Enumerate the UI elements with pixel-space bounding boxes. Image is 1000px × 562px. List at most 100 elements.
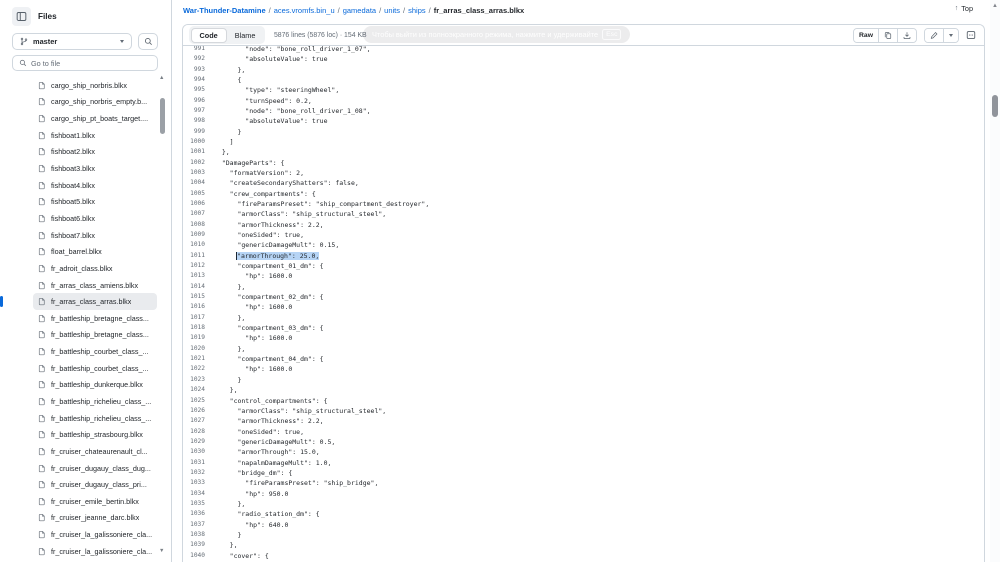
breadcrumb-link[interactable]: War-Thunder-Datamine <box>183 6 266 15</box>
line-number[interactable]: 993 <box>183 65 214 75</box>
line-content[interactable]: }, <box>214 385 237 395</box>
line-content[interactable]: "armorThrough": 15.0, <box>214 447 320 457</box>
file-tree-item[interactable]: fr_cruiser_dugauy_class_pri... <box>33 476 157 493</box>
file-tree-item[interactable]: fr_battleship_richelieu_class_... <box>33 393 157 410</box>
line-content[interactable]: "control_compartments": { <box>214 396 328 406</box>
line-content[interactable]: "hp": 1600.0 <box>214 271 292 281</box>
line-content[interactable]: "hp": 640.0 <box>214 520 288 530</box>
line-number[interactable]: 1028 <box>183 427 214 437</box>
line-content[interactable]: "radio_station_dm": { <box>214 509 320 519</box>
download-button[interactable] <box>897 29 916 42</box>
line-content[interactable]: "node": "bone_roll_driver_1_08", <box>214 106 371 116</box>
sidebar-scrollbar-thumb[interactable] <box>160 98 165 134</box>
file-tree-item[interactable]: fr_cruiser_emile_bertin.blkx <box>33 493 157 510</box>
tree-scroll-up-icon[interactable]: ▲ <box>159 75 164 81</box>
line-number[interactable]: 1001 <box>183 147 214 157</box>
line-number[interactable]: 1017 <box>183 313 214 323</box>
line-number[interactable]: 1037 <box>183 520 214 530</box>
file-tree-item[interactable]: fr_adroit_class.blkx <box>33 260 157 277</box>
line-content[interactable]: "armorThrough": 25.0, <box>214 251 319 261</box>
line-number[interactable]: 1039 <box>183 540 214 550</box>
line-content[interactable]: "DamageParts": { <box>214 158 284 168</box>
file-tree-item[interactable]: fishboat6.blkx <box>33 210 157 227</box>
line-content[interactable]: { <box>214 75 241 85</box>
go-to-file-input[interactable]: Go to file <box>12 55 158 71</box>
line-number[interactable]: 1034 <box>183 489 214 499</box>
file-tree-item[interactable]: fishboat4.blkx <box>33 177 157 194</box>
line-content[interactable]: "hp": 950.0 <box>214 489 288 499</box>
line-number[interactable]: 1008 <box>183 220 214 230</box>
line-content[interactable]: "armorClass": "ship_structural_steel", <box>214 406 386 416</box>
line-content[interactable]: "oneSided": true, <box>214 427 304 437</box>
file-tree-item[interactable]: fr_cruiser_jeanne_darc.blkx <box>33 510 157 527</box>
line-number[interactable]: 1005 <box>183 189 214 199</box>
line-content[interactable]: }, <box>214 344 245 354</box>
file-tree-item[interactable]: fr_arras_class_arras.blkx <box>33 293 157 310</box>
line-number[interactable]: 1029 <box>183 437 214 447</box>
line-content[interactable]: "hp": 1600.0 <box>214 333 292 343</box>
tab-blame[interactable]: Blame <box>227 28 264 43</box>
collapse-sidebar-button[interactable] <box>12 7 31 26</box>
page-scrollbar-thumb[interactable] <box>992 95 998 117</box>
line-number[interactable]: 995 <box>183 85 214 95</box>
breadcrumb-link[interactable]: aces.vromfs.bin_u <box>274 6 335 15</box>
line-content[interactable]: }, <box>214 499 245 509</box>
line-content[interactable]: "compartment_03_dm": { <box>214 323 324 333</box>
line-content[interactable]: "genericDamageMult": 0.5, <box>214 437 335 447</box>
file-tree-item[interactable]: fishboat3.blkx <box>33 160 157 177</box>
file-tree-item[interactable]: fr_cruiser_chateaurenault_cl... <box>33 443 157 460</box>
line-number[interactable]: 1000 <box>183 137 214 147</box>
edit-button[interactable] <box>925 29 943 42</box>
line-content[interactable]: "turnSpeed": 0.2, <box>214 96 312 106</box>
back-to-top-button[interactable]: ↑ Top <box>955 4 973 13</box>
line-number[interactable]: 1023 <box>183 375 214 385</box>
breadcrumb-link[interactable]: units <box>384 6 400 15</box>
line-number[interactable]: 996 <box>183 96 214 106</box>
file-tree-item[interactable]: cargo_ship_pt_boats_target.... <box>33 110 157 127</box>
line-number[interactable]: 1006 <box>183 199 214 209</box>
file-tree-item[interactable]: cargo_ship_norbris.blkx <box>33 77 157 94</box>
line-content[interactable]: "hp": 1600.0 <box>214 364 292 374</box>
line-number[interactable]: 1012 <box>183 261 214 271</box>
line-number[interactable]: 1026 <box>183 406 214 416</box>
line-content[interactable]: "absoluteValue": true <box>214 54 328 64</box>
branch-selector[interactable]: master <box>12 33 132 50</box>
line-content[interactable]: "createSecondaryShatters": false, <box>214 178 359 188</box>
line-content[interactable]: }, <box>214 313 245 323</box>
line-number[interactable]: 998 <box>183 116 214 126</box>
line-content[interactable]: "formatVersion": 2, <box>214 168 304 178</box>
line-content[interactable]: } <box>214 375 241 385</box>
line-content[interactable]: "node": "bone_roll_driver_1_07", <box>214 46 371 54</box>
line-content[interactable]: ] <box>214 137 234 147</box>
line-number[interactable]: 1007 <box>183 209 214 219</box>
line-number[interactable]: 997 <box>183 106 214 116</box>
line-number[interactable]: 1036 <box>183 509 214 519</box>
tree-scroll-down-icon[interactable]: ▼ <box>159 548 164 554</box>
line-number[interactable]: 1024 <box>183 385 214 395</box>
line-content[interactable]: "cover": { <box>214 551 269 561</box>
breadcrumb-link[interactable]: gamedata <box>343 6 376 15</box>
line-number[interactable]: 1018 <box>183 323 214 333</box>
line-content[interactable]: "compartment_01_dm": { <box>214 261 324 271</box>
line-content[interactable]: "compartment_04_dm": { <box>214 354 324 364</box>
line-content[interactable]: "fireParamsPreset": "ship_compartment_de… <box>214 199 429 209</box>
line-content[interactable]: "armorThickness": 2.2, <box>214 416 324 426</box>
file-tree-item[interactable]: fr_battleship_richelieu_class_... <box>33 410 157 427</box>
edit-dropdown-button[interactable] <box>943 29 958 42</box>
line-content[interactable]: "bridge_dm": { <box>214 468 292 478</box>
line-content[interactable]: }, <box>214 147 230 157</box>
line-content[interactable]: "absoluteValue": true <box>214 116 328 126</box>
file-tree-item[interactable]: fr_cruiser_la_galissoniere_cla... <box>33 526 157 543</box>
copy-button[interactable] <box>878 29 897 42</box>
page-scrollbar[interactable]: ▲ <box>990 0 1000 562</box>
line-number[interactable]: 1031 <box>183 458 214 468</box>
raw-button[interactable]: Raw <box>854 29 878 42</box>
line-content[interactable]: "compartment_02_dm": { <box>214 292 324 302</box>
file-tree-item[interactable]: fr_battleship_courbet_class_... <box>33 360 157 377</box>
line-content[interactable]: "crew_compartments": { <box>214 189 316 199</box>
line-number[interactable]: 1020 <box>183 344 214 354</box>
line-number[interactable]: 1038 <box>183 530 214 540</box>
line-number[interactable]: 1032 <box>183 468 214 478</box>
file-tree-item[interactable]: fr_battleship_courbet_class_... <box>33 343 157 360</box>
file-tree-item[interactable]: fr_battleship_bretagne_class... <box>33 310 157 327</box>
